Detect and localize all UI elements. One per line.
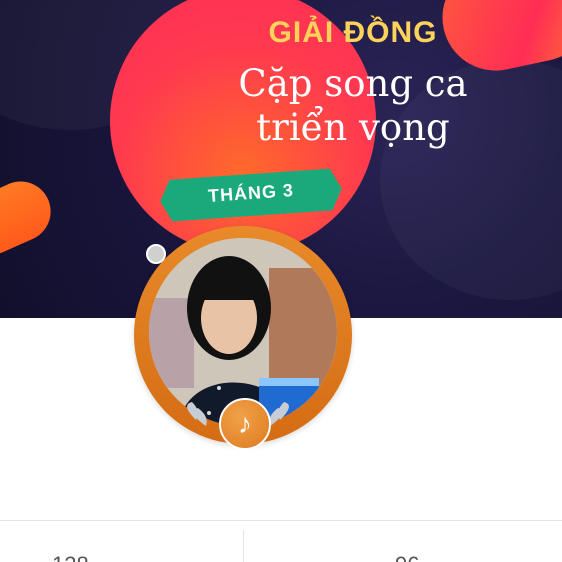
award-category-line-2: triển vọng xyxy=(256,106,450,149)
award-title: GIẢI ĐỒNG xyxy=(268,16,438,49)
stats-divider xyxy=(0,520,562,521)
stats-separator xyxy=(243,530,244,562)
award-category-line-1: Cặp song ca xyxy=(238,62,468,105)
status-dot xyxy=(146,244,166,264)
stat-right-value[interactable]: 96 xyxy=(395,552,419,562)
decorative-blob xyxy=(0,171,61,265)
music-note-icon: ♪ xyxy=(219,398,271,450)
profile-screen: GIẢI ĐỒNG Cặp song ca triển vọng THÁNG 3 xyxy=(0,0,562,562)
stat-left-value[interactable]: 128 xyxy=(52,552,89,562)
